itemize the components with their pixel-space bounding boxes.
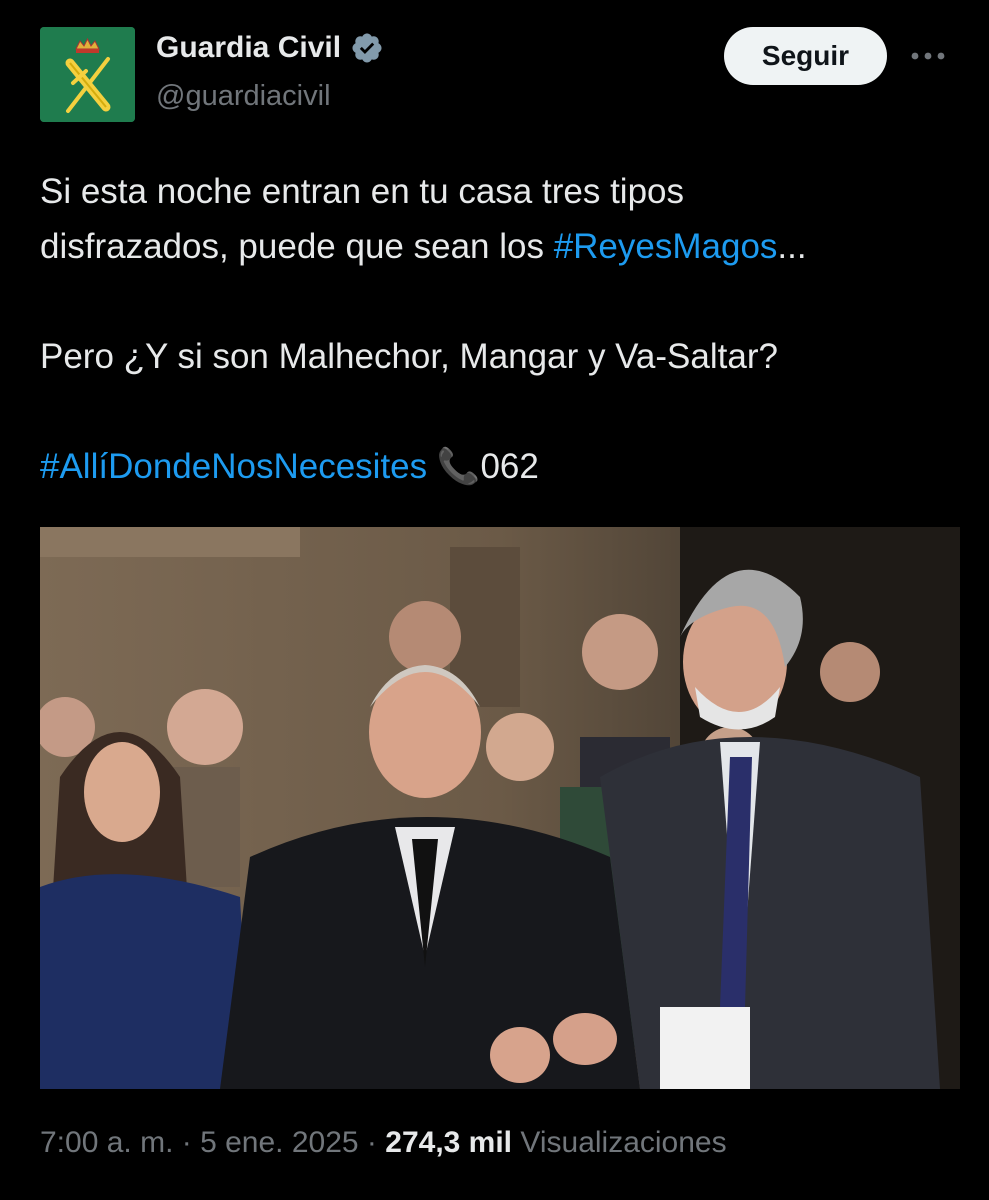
author-name-row[interactable]: Guardia Civil (156, 31, 384, 65)
tweet-phone-number: 062 (480, 447, 539, 486)
views-label: Visualizaciones (520, 1126, 727, 1159)
tweet-photo[interactable] (40, 527, 960, 1089)
guardia-civil-emblem-icon (40, 27, 135, 122)
follow-button[interactable]: Seguir (724, 27, 887, 85)
tweet-date[interactable]: 5 ene. 2025 (200, 1126, 358, 1159)
tweet-meta: 7:00 a. m. · 5 ene. 2025 · 274,3 mil Vis… (40, 1126, 727, 1160)
tweet-line-3: Pero ¿Y si son Malhechor, Mangar y Va-Sa… (40, 337, 778, 376)
meta-separator: · (366, 1126, 377, 1159)
more-options-icon[interactable] (906, 36, 950, 76)
meta-separator: · (181, 1126, 192, 1159)
tweet-line-2: disfrazados, puede que sean los #ReyesMa… (40, 219, 960, 274)
verified-badge-icon (352, 33, 382, 63)
telephone-icon: 📞 (436, 447, 481, 486)
tweet-text: Si esta noche entran en tu casa tres tip… (40, 164, 960, 494)
tweet-line-2-ellipsis: ... (777, 227, 807, 266)
tweet-line-2-text: disfrazados, puede que sean los (40, 227, 554, 266)
tweet-line-4: #AllíDondeNosNecesites 📞062 (40, 439, 960, 494)
views-count: 274,3 mil (385, 1126, 513, 1159)
tweet-line-1: Si esta noche entran en tu casa tres tip… (40, 172, 684, 211)
author-display-name[interactable]: Guardia Civil (156, 31, 341, 65)
author-handle[interactable]: @guardiacivil (156, 80, 331, 113)
tweet-time[interactable]: 7:00 a. m. (40, 1126, 173, 1159)
hashtag-allidondenosnecesites-link[interactable]: #AllíDondeNosNecesites (40, 447, 427, 486)
hashtag-reyesmagos-link[interactable]: #ReyesMagos (554, 227, 778, 266)
avatar[interactable] (40, 27, 135, 122)
